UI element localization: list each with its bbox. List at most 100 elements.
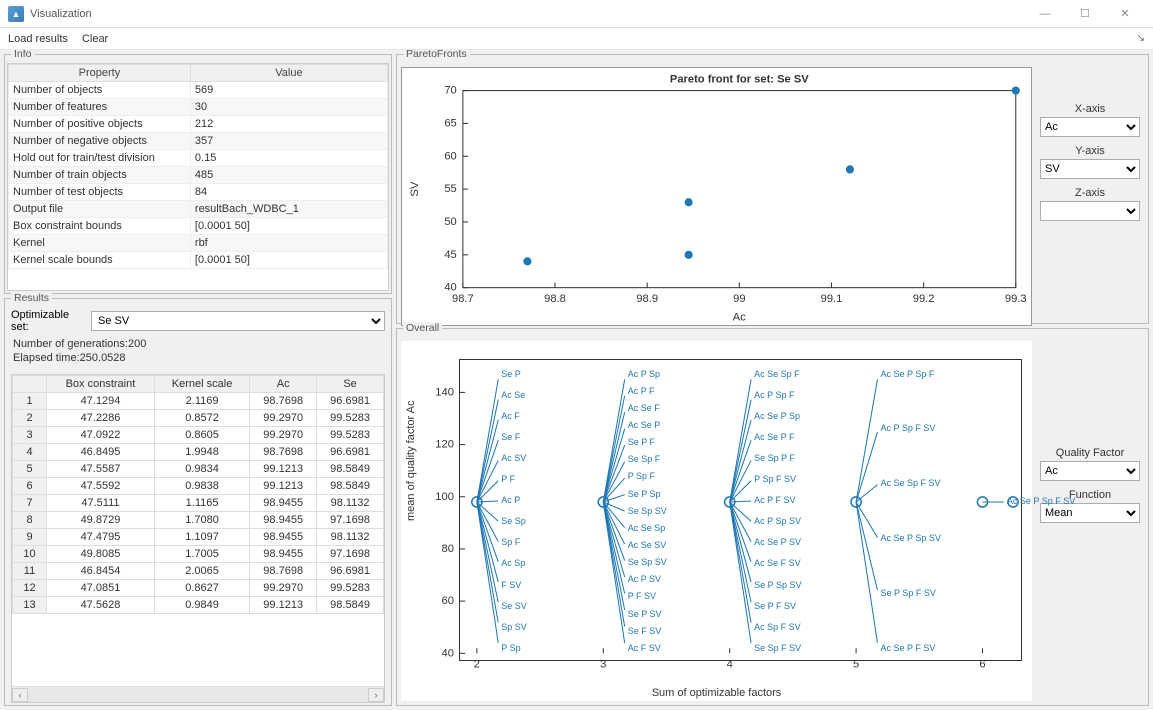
- grid-cell: 99.2970: [250, 579, 317, 596]
- table-row[interactable]: 947.47951.109798.945598.1132: [13, 528, 384, 545]
- table-row[interactable]: 1247.08510.862799.297099.5283: [13, 579, 384, 596]
- results-grid: Box constraintKernel scaleAcSe 147.12942…: [12, 375, 384, 614]
- info-prop: Number of train objects: [9, 167, 191, 184]
- overall-series-label: Ac F SV: [628, 643, 661, 653]
- svg-text:98.9: 98.9: [636, 293, 658, 305]
- svg-text:80: 80: [441, 543, 453, 555]
- overall-series-label: P F SV: [628, 591, 656, 601]
- x-axis-select[interactable]: Ac: [1040, 117, 1140, 137]
- grid-cell: 98.5849: [317, 460, 384, 477]
- minimize-button[interactable]: —: [1025, 0, 1065, 27]
- grid-col: Box constraint: [47, 375, 155, 392]
- menu-bar: Load results Clear ↘: [0, 28, 1153, 50]
- overall-series-label: F SV: [501, 580, 521, 590]
- table-row[interactable]: 147.12942.116998.769896.6981: [13, 392, 384, 409]
- results-hscroll[interactable]: ‹ ›: [12, 686, 384, 702]
- overall-series-label: Se F SV: [628, 626, 662, 636]
- row-number: 5: [13, 460, 47, 477]
- overall-series-label: P F: [501, 474, 515, 484]
- grid-cell: 1.1097: [154, 528, 249, 545]
- svg-text:40: 40: [444, 282, 456, 294]
- info-col-property: Property: [9, 65, 191, 82]
- row-number: 2: [13, 409, 47, 426]
- overall-series-label: Ac Se Sp F: [754, 369, 800, 379]
- optimizable-set-select[interactable]: Se SV: [91, 311, 385, 331]
- svg-text:98.7: 98.7: [452, 293, 474, 305]
- row-number: 6: [13, 477, 47, 494]
- grid-cell: 98.7698: [250, 562, 317, 579]
- elapsed-value: 250.0528: [80, 352, 126, 364]
- grid-cell: 99.1213: [250, 460, 317, 477]
- info-prop: Box constraint bounds: [9, 218, 191, 235]
- grid-cell: 99.2970: [250, 426, 317, 443]
- overall-series-label: Ac Se P SV: [754, 537, 801, 547]
- results-grid-scroll[interactable]: Box constraintKernel scaleAcSe 147.12942…: [12, 375, 384, 686]
- table-row[interactable]: 747.51111.116598.945598.1132: [13, 494, 384, 511]
- menu-chevron-icon[interactable]: ↘: [1137, 33, 1145, 44]
- grid-cell: 98.7698: [250, 392, 317, 409]
- scroll-left-icon[interactable]: ‹: [12, 688, 28, 702]
- maximize-button[interactable]: ☐: [1065, 0, 1105, 27]
- overall-series-label: Ac Se P Sp F: [881, 369, 935, 379]
- grid-cell: 0.9834: [154, 460, 249, 477]
- grid-cell: 98.9455: [250, 528, 317, 545]
- info-table-scroll[interactable]: Property Value Number of objects569Numbe…: [8, 64, 388, 290]
- table-row[interactable]: 1146.84542.006598.769896.6981: [13, 562, 384, 579]
- table-row[interactable]: 1049.80851.700598.945597.1698: [13, 545, 384, 562]
- load-results-menu[interactable]: Load results: [8, 33, 68, 45]
- table-row[interactable]: 1347.56280.984999.121398.5849: [13, 596, 384, 613]
- results-panel-title: Results: [11, 292, 52, 304]
- quality-factor-label: Quality Factor: [1040, 447, 1140, 459]
- overall-series-label: Ac P Sp F: [754, 390, 794, 400]
- table-row[interactable]: 849.87291.708098.945597.1698: [13, 511, 384, 528]
- svg-text:140: 140: [435, 386, 454, 398]
- y-axis-select[interactable]: SV: [1040, 159, 1140, 179]
- close-button[interactable]: ✕: [1105, 0, 1145, 27]
- overall-series-label: Ac P F SV: [754, 495, 795, 505]
- svg-text:120: 120: [435, 439, 454, 451]
- clear-menu[interactable]: Clear: [82, 33, 108, 45]
- table-row[interactable]: 547.55870.983499.121398.5849: [13, 460, 384, 477]
- grid-cell: 0.9838: [154, 477, 249, 494]
- info-val: 0.15: [190, 150, 387, 167]
- info-prop: Hold out for train/test division: [9, 150, 191, 167]
- grid-cell: 98.5849: [317, 596, 384, 613]
- grid-cell: 47.0851: [47, 579, 155, 596]
- z-axis-select[interactable]: [1040, 201, 1140, 221]
- svg-text:99.2: 99.2: [913, 293, 935, 305]
- overall-series-label: Ac Sp: [501, 558, 525, 568]
- grid-col: Se: [317, 375, 384, 392]
- grid-cell: 46.8454: [47, 562, 155, 579]
- info-prop: Number of objects: [9, 82, 191, 99]
- svg-text:50: 50: [444, 216, 456, 228]
- grid-cell: 99.1213: [250, 477, 317, 494]
- overall-series-label: Ac Se Sp F SV: [881, 478, 941, 488]
- overall-series-label: P Sp F: [628, 471, 655, 481]
- overall-series-label: Ac P F: [628, 386, 655, 396]
- grid-cell: 97.1698: [317, 511, 384, 528]
- overall-series-label: Se Sp: [501, 516, 526, 526]
- table-row[interactable]: 347.09220.860599.297099.5283: [13, 426, 384, 443]
- table-row[interactable]: 647.55920.983899.121398.5849: [13, 477, 384, 494]
- grid-cell: 98.5849: [317, 477, 384, 494]
- grid-cell: 98.7698: [250, 443, 317, 460]
- info-val: 84: [190, 184, 387, 201]
- info-val: 30: [190, 99, 387, 116]
- y-axis-label: Y-axis: [1040, 145, 1140, 157]
- overall-series-label: Sp SV: [501, 622, 527, 632]
- info-prop: Kernel: [9, 235, 191, 252]
- table-row[interactable]: 247.22860.857299.297099.5283: [13, 409, 384, 426]
- row-number: 11: [13, 562, 47, 579]
- grid-cell: 99.5283: [317, 409, 384, 426]
- scroll-right-icon[interactable]: ›: [368, 688, 384, 702]
- info-col-value: Value: [190, 65, 387, 82]
- svg-text:55: 55: [444, 183, 456, 195]
- info-prop: Number of positive objects: [9, 116, 191, 133]
- quality-factor-select[interactable]: Ac: [1040, 461, 1140, 481]
- table-row[interactable]: 446.84951.994898.769896.6981: [13, 443, 384, 460]
- grid-cell: 0.8627: [154, 579, 249, 596]
- grid-cell: 96.6981: [317, 562, 384, 579]
- grid-cell: 98.9455: [250, 494, 317, 511]
- svg-text:65: 65: [444, 117, 456, 129]
- pareto-chart: 98.798.898.99999.199.299.340455055606570…: [401, 67, 1032, 326]
